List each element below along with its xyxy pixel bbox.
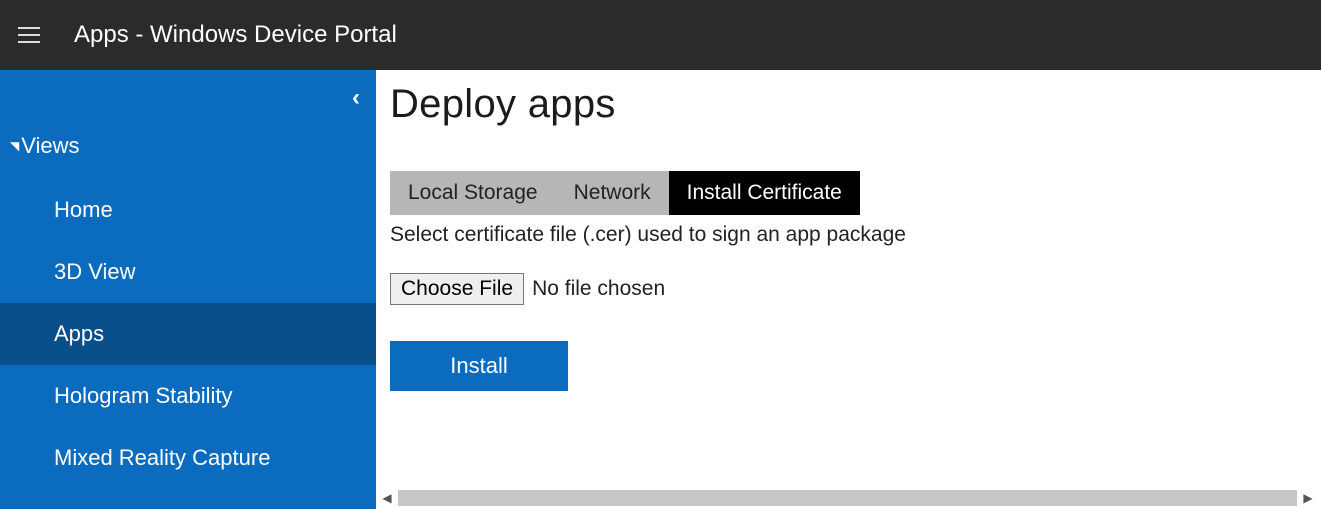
sidebar-item-label: 3D View xyxy=(54,259,136,284)
instruction-text: Select certificate file (.cer) used to s… xyxy=(390,223,1295,247)
nav-section: ◥ Views Home 3D View Apps Hologram Stabi… xyxy=(0,70,376,489)
page-title: Deploy apps xyxy=(390,82,1295,127)
sidebar-item-label: Mixed Reality Capture xyxy=(54,445,270,470)
tab-local-storage[interactable]: Local Storage xyxy=(390,171,556,215)
nav-group-views[interactable]: ◥ Views xyxy=(0,125,376,179)
tab-label: Local Storage xyxy=(408,181,538,204)
sidebar-collapse-icon[interactable]: ‹ xyxy=(352,86,360,110)
caret-up-icon: ◥ xyxy=(10,139,19,153)
tab-install-certificate[interactable]: Install Certificate xyxy=(669,171,860,215)
sidebar-item-apps[interactable]: Apps xyxy=(0,303,376,365)
install-button[interactable]: Install xyxy=(390,341,568,391)
horizontal-scrollbar[interactable]: ◀ ▶ xyxy=(376,487,1321,509)
file-picker-row: Choose File No file chosen xyxy=(390,273,1295,305)
tab-label: Install Certificate xyxy=(687,181,842,204)
sidebar-item-label: Apps xyxy=(54,321,104,346)
hamburger-menu-icon[interactable] xyxy=(18,21,46,49)
tab-network[interactable]: Network xyxy=(556,171,669,215)
tab-strip: Local Storage Network Install Certificat… xyxy=(390,171,860,215)
nav-group-label: Views xyxy=(21,133,79,159)
choose-file-button[interactable]: Choose File xyxy=(390,273,524,305)
scroll-left-icon[interactable]: ◀ xyxy=(378,489,396,507)
file-chosen-status: No file chosen xyxy=(532,277,665,301)
scroll-right-icon[interactable]: ▶ xyxy=(1299,489,1317,507)
sidebar: ‹ ◥ Views Home 3D View Apps Hologram Sta… xyxy=(0,70,376,509)
sidebar-item-label: Hologram Stability xyxy=(54,383,233,408)
main-panel: Deploy apps Local Storage Network Instal… xyxy=(376,70,1321,509)
sidebar-item-label: Home xyxy=(54,197,113,222)
app-header: Apps - Windows Device Portal xyxy=(0,0,1321,70)
sidebar-item-hologram-stability[interactable]: Hologram Stability xyxy=(0,365,376,427)
sidebar-item-home[interactable]: Home xyxy=(0,179,376,241)
scrollbar-track[interactable] xyxy=(398,490,1297,506)
app-title: Apps - Windows Device Portal xyxy=(74,21,397,49)
tab-label: Network xyxy=(574,181,651,204)
sidebar-item-3d-view[interactable]: 3D View xyxy=(0,241,376,303)
sidebar-item-mixed-reality-capture[interactable]: Mixed Reality Capture xyxy=(0,427,376,489)
